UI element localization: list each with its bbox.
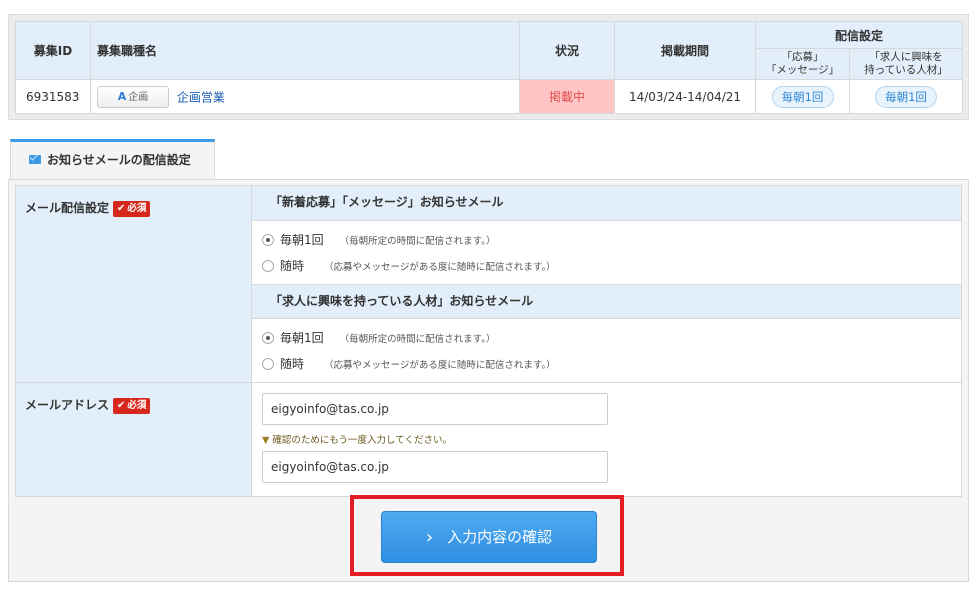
job-type-tag-text: 企画 — [128, 91, 149, 103]
mail-icon — [29, 155, 41, 164]
option-daily-label: 毎朝1回 — [280, 331, 324, 345]
table-row: 6931583 A 企画 企画営業 掲載中 14/03/24-14/04/21 毎… — [15, 79, 964, 114]
required-badge-text: 必須 — [127, 203, 147, 214]
job-table-container: 募集ID 募集職種名 状況 掲載期間 配信設定 「応募」 「メッセージ」 「求人… — [8, 14, 969, 120]
header-delivery: 配信設定 — [754, 21, 964, 49]
confirm-input-button-label: 入力内容の確認 — [447, 528, 553, 546]
job-name-link[interactable]: 企画営業 — [177, 90, 225, 104]
required-badge: ✔ 必須 — [113, 201, 151, 217]
interested-options: 毎朝1回 （毎朝所定の時間に配信されます。） 随時 （応募やメッセージがある度に随時… — [252, 319, 961, 382]
radio-interested-daily[interactable] — [262, 331, 274, 344]
option-anytime-label: 随時 — [280, 259, 305, 273]
confirm-note: ▼ 確認のためにもう一度入力してください。 — [262, 435, 961, 447]
option-daily-note: （毎朝所定の時間に配信されます。） — [339, 334, 496, 345]
header-period: 掲載期間 — [614, 21, 756, 80]
mail-setting-options-cell: 「新着応募」「メッセージ」お知らせメール 毎朝1回 （毎朝所定の時間に配信されます… — [251, 185, 962, 383]
section-title-interested: 「求人に興味を持っている人材」お知らせメール — [252, 284, 961, 319]
required-badge-text: 必須 — [127, 400, 147, 411]
job-type-tag: A 企画 — [97, 85, 169, 108]
radio-applications-daily[interactable] — [262, 233, 274, 246]
radio-interested-anytime[interactable] — [262, 357, 274, 370]
radio-applications-anytime[interactable] — [262, 259, 274, 272]
job-id: 6931583 — [15, 79, 91, 114]
tab-mail-settings[interactable]: お知らせメールの配信設定 — [10, 139, 215, 180]
mail-address-label: メールアドレス — [25, 398, 110, 412]
section-title-applications: 「新着応募」「メッセージ」お知らせメール — [252, 186, 961, 221]
chevron-right-icon: › — [425, 527, 434, 548]
option-anytime-note: （応募やメッセージがある度に随時に配信されます。） — [324, 262, 556, 273]
delivery-interested-cell: 毎朝1回 — [848, 79, 964, 114]
mail-setting-label-cell: メール配信設定 ✔ 必須 — [15, 185, 252, 383]
option-anytime-note: （応募やメッセージがある度に随時に配信されます。） — [324, 360, 556, 371]
option-daily-label: 毎朝1回 — [280, 233, 324, 247]
header-delivery-interested-line2: 持っている人材」 — [864, 64, 948, 76]
header-delivery-applications-line2: 「メッセージ」 — [765, 64, 840, 76]
header-delivery-applications: 「応募」 「メッセージ」 — [755, 48, 850, 80]
email-confirm-field[interactable] — [262, 451, 608, 483]
status-badge: 掲載中 — [519, 79, 615, 114]
applications-option-daily[interactable]: 毎朝1回 （毎朝所定の時間に配信されます。） — [262, 229, 961, 255]
mail-setting-label: メール配信設定 — [25, 201, 110, 215]
required-badge: ✔ 必須 — [113, 398, 151, 414]
mail-address-label-cell: メールアドレス ✔ 必須 — [15, 382, 252, 497]
delivery-applications-cell: 毎朝1回 — [755, 79, 850, 114]
job-type-tag-letter: A — [117, 89, 127, 103]
job-table: 募集ID 募集職種名 状況 掲載期間 配信設定 「応募」 「メッセージ」 「求人… — [15, 21, 964, 114]
header-job-name: 募集職種名 — [90, 21, 520, 80]
header-delivery-applications-line1: 「応募」 — [781, 51, 824, 63]
mail-address-input-cell: ▼ 確認のためにもう一度入力してください。 — [251, 382, 962, 497]
applications-option-anytime[interactable]: 随時 （応募やメッセージがある度に随時に配信されます。） — [262, 255, 961, 281]
interested-option-anytime[interactable]: 随時 （応募やメッセージがある度に随時に配信されます。） — [262, 353, 961, 379]
tab-mail-settings-label: お知らせメールの配信設定 — [47, 153, 191, 167]
option-daily-note: （毎朝所定の時間に配信されます。） — [339, 236, 496, 247]
email-field[interactable] — [262, 393, 608, 425]
header-status: 状況 — [519, 21, 615, 80]
header-delivery-interested: 「求人に興味を 持っている人材」 — [848, 48, 964, 80]
header-delivery-interested-line1: 「求人に興味を — [869, 51, 943, 63]
confirm-input-button[interactable]: › 入力内容の確認 — [381, 511, 597, 563]
job-name-cell: A 企画 企画営業 — [90, 79, 520, 114]
interested-option-daily[interactable]: 毎朝1回 （毎朝所定の時間に配信されます。） — [262, 327, 961, 353]
option-anytime-label: 随時 — [280, 357, 305, 371]
delivery-applications-badge: 毎朝1回 — [771, 85, 834, 108]
submit-highlight-frame: › 入力内容の確認 — [350, 495, 624, 576]
posting-period: 14/03/24-14/04/21 — [614, 79, 756, 114]
applications-options: 毎朝1回 （毎朝所定の時間に配信されます。） 随時 （応募やメッセージがある度に随時… — [252, 221, 961, 284]
confirm-note-text: 確認のためにもう一度入力してください。 — [272, 435, 452, 446]
check-icon: ✔ — [117, 203, 126, 214]
check-icon: ✔ — [117, 400, 126, 411]
mail-settings-form: メール配信設定 ✔ 必須 「新着応募」「メッセージ」お知らせメール 毎朝1回 （毎朝所… — [15, 185, 962, 497]
triangle-down-icon: ▼ — [262, 435, 273, 446]
header-id: 募集ID — [15, 21, 91, 80]
delivery-interested-badge: 毎朝1回 — [875, 85, 937, 108]
